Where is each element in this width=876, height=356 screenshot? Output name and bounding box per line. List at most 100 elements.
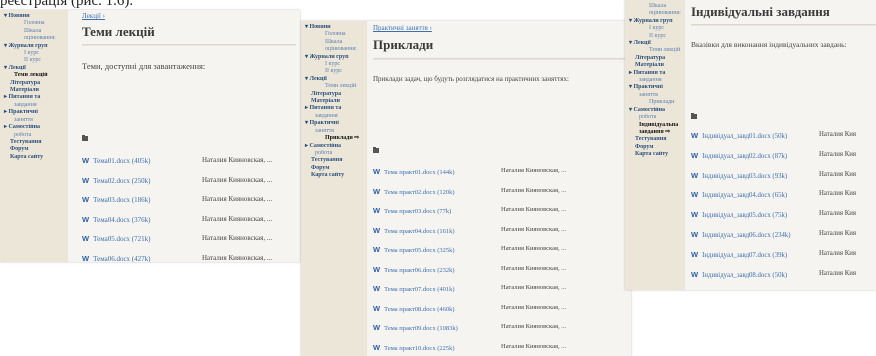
file-row[interactable]: W Індивідуал_завд02.docx (87k) Наталия Кия [691,151,856,160]
file-link[interactable]: Тема практ10.docx (225k) [384,345,454,352]
sidebar-item[interactable]: Матеріали [301,98,367,105]
file-row[interactable]: W Тема06.docx (427k) Наталия Кияновская, .… [82,254,272,263]
sidebar-item[interactable]: ▸ Питання та [625,70,685,77]
file-link[interactable]: Тема практ07.docx (401k) [384,286,454,293]
sidebar-item[interactable]: ▾ Самостійна [625,107,685,114]
sidebar-item[interactable]: Література [301,91,367,98]
file-link[interactable]: Тема практ09.docx (1083k) [384,325,458,332]
sidebar-item[interactable]: Головна [301,31,367,38]
file-row[interactable]: W Тема практ03.docx (77k) Наталия Кияновск… [373,206,566,215]
file-row[interactable]: W Індивідуал_завд08.docx (50k) Наталия Кия [691,270,856,279]
sidebar-item[interactable]: заняття [301,128,367,135]
sidebar-item[interactable]: Шкала [0,28,68,35]
file-link[interactable]: Індивідуал_завд05.docx (75k) [702,212,787,219]
file-link[interactable]: Тема03.docx (186k) [93,196,150,204]
file-row[interactable]: W Тема практ02.docx (120k) Наталия Кияновс… [373,187,566,196]
sidebar-item[interactable]: ▾ Новини [301,24,367,31]
file-row[interactable]: W Індивідуал_завд01.docx (50k) Наталия Кия [691,131,856,140]
sidebar-item[interactable]: Індивідуальна [625,122,685,129]
sidebar-item[interactable]: Матеріали [625,62,685,69]
file-link[interactable]: Тема практ02.docx (120k) [384,189,454,196]
file-row[interactable]: W Індивідуал_завд05.docx (75k) Наталия Кия [691,210,856,219]
sidebar-item[interactable]: Література [625,55,685,62]
file-row[interactable]: W Тема практ08.docx (460k) Наталия Кияновс… [373,304,566,313]
sidebar-item[interactable]: ▾ Практичні [625,84,685,91]
file-row[interactable]: W Тема практ05.docx (325k) Наталия Кияновс… [373,245,566,254]
sidebar-item[interactable]: ▾ Журнали груп [301,54,367,61]
sidebar-item[interactable]: завдання [301,113,367,120]
sidebar-item[interactable]: ▾ Лекції [0,65,68,72]
file-row[interactable]: W Індивідуал_завд04.docx (65k) Наталия Кия [691,190,856,199]
sidebar-item[interactable]: ▸ Питання та [0,94,68,101]
sidebar-item[interactable]: Матеріали [0,87,68,94]
file-row[interactable]: W Тема практ06.docx (232k) Наталия Кияновс… [373,265,566,274]
sidebar-item[interactable]: ▸ Самостійна [0,124,68,131]
file-link[interactable]: Індивідуал_завд07.docx (39k) [702,252,787,259]
sidebar-item[interactable]: Карта сайту [625,151,685,158]
file-row[interactable]: W Тема практ07.docx (401k) Наталия Кияновс… [373,284,566,293]
sidebar-item[interactable]: завдання [0,102,68,109]
file-link[interactable]: Тема практ08.docx (460k) [384,306,454,313]
file-row[interactable]: W Тема практ10.docx (225k) Наталия Кияновс… [373,343,566,352]
file-link[interactable]: Тема практ04.docx (161k) [384,228,454,235]
sidebar-item[interactable]: І курс [625,25,685,32]
sidebar-item[interactable]: Головна [0,20,68,27]
sidebar-item[interactable]: Теми лекцій [301,83,367,90]
sidebar-item[interactable]: завдання ⇨ [625,129,685,136]
sidebar-item[interactable]: Форум [301,165,367,172]
file-row[interactable]: W Індивідуал_завд07.docx (39k) Наталия Кия [691,250,856,259]
sidebar-item[interactable]: І курс [301,61,367,68]
file-link[interactable]: Тема04.docx (376k) [93,216,150,224]
sidebar-item[interactable]: Форум [0,146,68,153]
sidebar-item[interactable]: Література [0,80,68,87]
sidebar-item[interactable]: Теми лекцій [625,47,685,54]
sidebar-item[interactable]: ▾ Лекції [301,76,367,83]
sidebar-item[interactable]: ІІ курс [0,57,68,64]
sidebar-item[interactable]: завдання [625,77,685,84]
sidebar-item[interactable]: робота [0,132,68,139]
file-link[interactable]: Тема практ03.docx (77k) [384,208,451,215]
sidebar-item[interactable]: Приклади ⇨ [301,135,367,142]
sidebar-item[interactable]: І курс [0,50,68,57]
file-link[interactable]: Тема05.docx (721k) [93,235,150,243]
file-link[interactable]: Індивідуал_завд06.docx (234k) [702,232,790,239]
file-link[interactable]: Індивідуал_завд01.docx (50k) [702,133,787,140]
sidebar-item[interactable]: Шкала [301,39,367,46]
sidebar-item[interactable]: оцінювання: [0,35,68,42]
sidebar-item[interactable]: ▾ Лекції [625,40,685,47]
file-link[interactable]: Індивідуал_завд03.docx (93k) [702,173,787,180]
file-row[interactable]: W Тема05.docx (721k) Наталия Кияновская, .… [82,234,272,243]
file-link[interactable]: Тема практ01.docx (144k) [384,169,454,176]
sidebar-item[interactable]: робота [301,150,367,157]
sidebar-item[interactable]: заняття [625,92,685,99]
sidebar-item[interactable]: ▸ Практичні [0,109,68,116]
sidebar-item[interactable]: Тестування [625,136,685,143]
sidebar-item[interactable]: ▾ Журнали груп [0,43,68,50]
sidebar-item[interactable]: оцінювання: [625,10,685,17]
file-row[interactable]: W Тема02.docx (250k) Наталия Кияновская, .… [82,176,272,185]
sidebar-item[interactable]: Теми лекцій [0,72,68,79]
file-link[interactable]: Індивідуал_завд04.docx (65k) [702,192,787,199]
sidebar-item[interactable]: Приклади [625,99,685,106]
file-row[interactable]: W Індивідуал_завд03.docx (93k) Наталия Кия [691,171,856,180]
sidebar-item[interactable]: ▾ Практичні [301,120,367,127]
file-row[interactable]: W Тема03.docx (186k) Наталия Кияновская, .… [82,195,272,204]
breadcrumb[interactable]: Практичні заняття › [373,24,432,32]
file-row[interactable]: W Тема01.docx (405k) Наталия Кияновская, .… [82,156,272,165]
file-row[interactable]: W Індивідуал_завд06.docx (234k) Наталия Ки… [691,230,856,239]
sidebar-item[interactable]: заняття [0,117,68,124]
sidebar-item[interactable]: Тестування [301,157,367,164]
sidebar-item[interactable]: Карта сайту [0,154,68,161]
file-link[interactable]: Тема02.docx (250k) [93,177,150,185]
file-row[interactable]: W Тема практ04.docx (161k) Наталия Кияновс… [373,226,566,235]
file-row[interactable]: W Тема04.docx (376k) Наталия Кияновская, .… [82,215,272,224]
sidebar-item[interactable]: ▸ Самостійна [301,143,367,150]
sidebar-item[interactable]: ІІ курс [301,68,367,75]
sidebar-item[interactable]: Шкала [625,3,685,10]
file-row[interactable]: W Тема практ09.docx (1083k) Наталия Киянов… [373,323,566,332]
breadcrumb[interactable]: Лекції › [82,12,105,20]
file-link[interactable]: Тема практ06.docx (232k) [384,267,454,274]
sidebar-item[interactable]: ▾ Журнали груп [625,18,685,25]
file-row[interactable]: W Тема практ01.docx (144k) Наталия Кияновс… [373,167,566,176]
file-link[interactable]: Тема практ05.docx (325k) [384,247,454,254]
